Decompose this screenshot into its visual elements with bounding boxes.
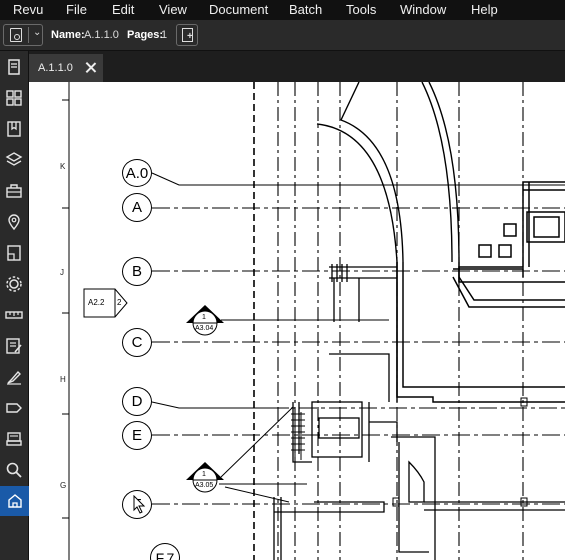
links-button[interactable] (0, 486, 29, 516)
floor-plan-drawing (62, 82, 565, 560)
document-menu-dropdown[interactable]: ⌄ (3, 24, 43, 46)
close-icon[interactable] (85, 61, 97, 73)
measurements-button[interactable] (3, 304, 25, 326)
grid-bubble-c[interactable]: C (122, 328, 152, 357)
tags-button[interactable] (3, 397, 25, 419)
menu-help[interactable]: Help (471, 2, 498, 17)
studio-icon (6, 432, 22, 446)
toolchest-button[interactable] (3, 180, 25, 202)
plus-icon: + (187, 31, 193, 42)
properties-icon (6, 276, 22, 292)
menu-view[interactable]: View (159, 2, 187, 17)
ruler-label-k: K (60, 162, 66, 171)
document-tab[interactable]: A.1.1.0 (29, 54, 103, 82)
section-marker-a304[interactable]: 1 A3.04 (184, 303, 226, 337)
name-label: Name: (51, 29, 85, 41)
menu-document[interactable]: Document (209, 2, 268, 17)
document-toolbar: ⌄ Name: A.1.1.0 Pages: 1 + (0, 20, 565, 51)
grid-bubble-label: B (131, 263, 142, 280)
dropdown-divider (28, 27, 29, 43)
grid-bubble-label: A.0 (125, 164, 149, 182)
bookmarks-button[interactable] (3, 118, 25, 140)
signatures-button[interactable] (3, 366, 25, 388)
grid-bubble-label: D (131, 393, 143, 410)
signatures-icon (7, 370, 21, 385)
section-marker-a305[interactable]: 1 A3.05 (184, 460, 226, 494)
menu-window[interactable]: Window (400, 2, 446, 17)
places-button[interactable] (3, 211, 25, 233)
grid-bubble-label: E (131, 427, 142, 444)
menu-edit[interactable]: Edit (112, 2, 134, 17)
thumbnails-button[interactable] (3, 87, 25, 109)
grid-bubble-e[interactable]: E (122, 421, 152, 450)
page-count-value: 1 (161, 29, 168, 41)
measurements-icon (5, 311, 23, 319)
grid-bubble-label: A (131, 199, 142, 216)
file-info-icon (8, 59, 20, 75)
cursor-icon (133, 495, 146, 514)
menu-batch[interactable]: Batch (289, 2, 322, 17)
markups-list-icon (6, 338, 22, 354)
sheet-reference-tag[interactable]: A2.2 2 (83, 288, 129, 318)
sheet-tag-ref: A2.2 (88, 298, 105, 307)
search-button[interactable] (3, 459, 25, 481)
grid-bubble-a[interactable]: A (122, 193, 152, 222)
menu-file[interactable]: File (66, 2, 87, 17)
file-access-button[interactable] (3, 56, 25, 78)
places-icon (8, 214, 20, 231)
grid-bubble-a0[interactable]: A.0 (122, 159, 152, 187)
layers-icon (5, 152, 23, 166)
document-name-value: A.1.1.0 (84, 29, 119, 41)
ruler-label-g: G (60, 481, 67, 490)
search-icon (6, 462, 22, 478)
bookmarks-icon (7, 121, 21, 137)
studio-button[interactable] (3, 428, 25, 450)
grid-bubble-d[interactable]: D (122, 387, 152, 416)
section-marker-sheet: A3.05 (195, 482, 214, 489)
sheets-icon (7, 245, 21, 261)
section-marker-number: 1 (202, 314, 206, 321)
menu-tools[interactable]: Tools (346, 2, 376, 17)
tags-icon (6, 403, 22, 413)
ruler-label-h: H (60, 375, 66, 384)
document-icon (10, 28, 22, 42)
document-tab-strip: A.1.1.0 (29, 51, 565, 82)
grid-bubble-label: F.7 (155, 549, 175, 560)
document-tab-label: A.1.1.0 (38, 62, 73, 74)
chevron-down-icon: ⌄ (33, 27, 42, 38)
grid-bubble-b[interactable]: B (122, 257, 152, 286)
properties-button[interactable] (3, 273, 25, 295)
ruler-label-j: J (60, 268, 64, 277)
drawing-canvas[interactable]: K J H G A.0 A B C D E F F.7 A2.2 2 (29, 82, 565, 560)
insert-page-button[interactable]: + (176, 24, 198, 46)
grid-bubble-label: C (131, 334, 143, 351)
markups-list-button[interactable] (3, 335, 25, 357)
section-marker-sheet: A3.04 (195, 325, 214, 332)
menu-revu[interactable]: Revu (13, 2, 43, 17)
menu-bar: Revu File Edit View Document Batch Tools… (0, 0, 565, 20)
left-panel-toolbar (0, 51, 29, 560)
layers-button[interactable] (3, 149, 25, 171)
pages-label: Pages: (127, 29, 164, 41)
sheets-button[interactable] (3, 242, 25, 264)
toolchest-icon (6, 184, 22, 198)
links-icon (7, 494, 22, 508)
section-marker-number: 1 (202, 471, 206, 478)
sheet-tag-number: 2 (117, 298, 122, 307)
thumbnails-icon (6, 90, 22, 106)
